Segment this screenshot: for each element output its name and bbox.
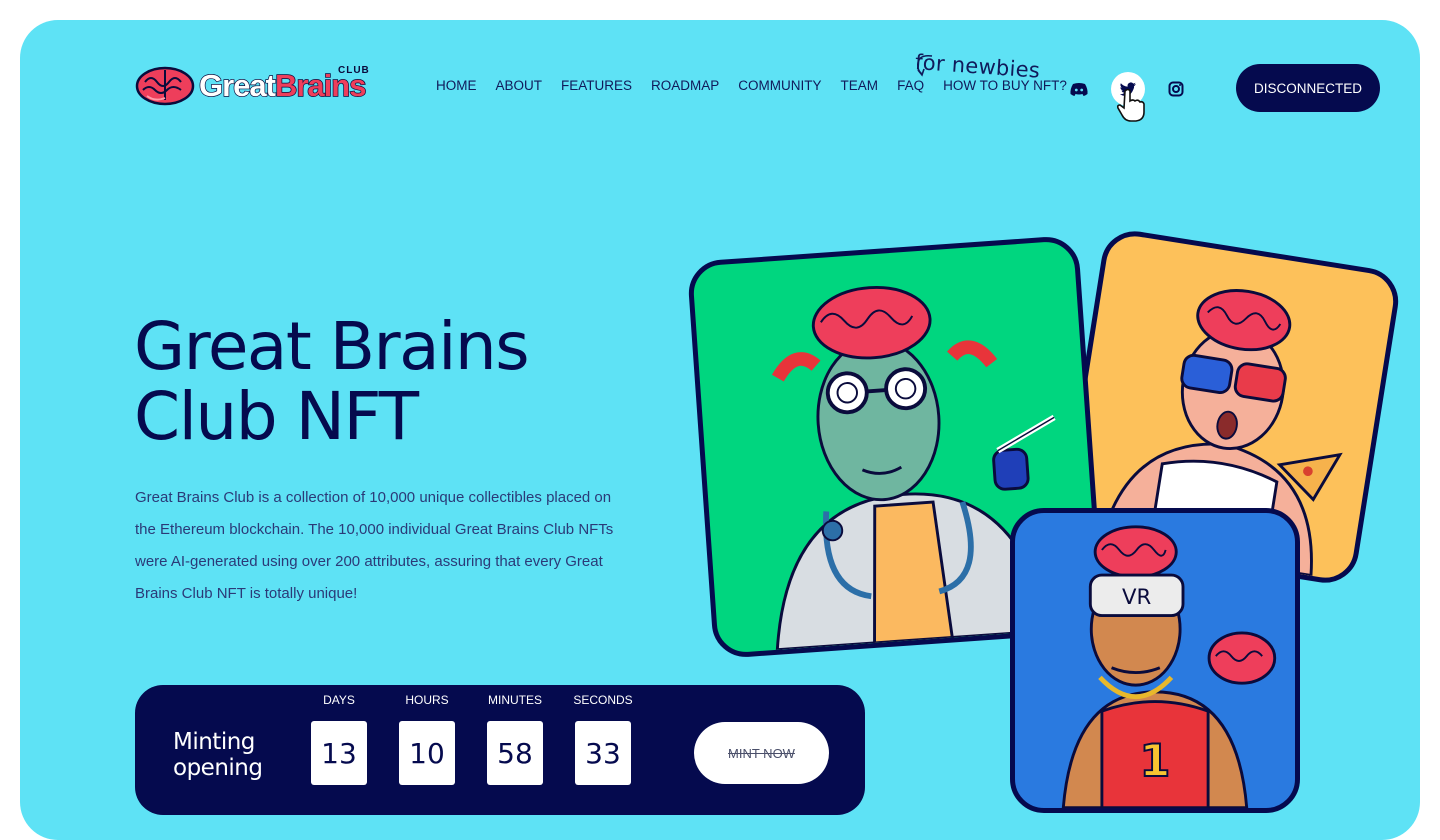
hero-title-line2: Club NFT xyxy=(134,378,419,455)
minting-label: Minting opening xyxy=(173,729,263,781)
countdown-hours: HOURS 10 xyxy=(399,693,455,785)
discord-icon xyxy=(1070,83,1088,96)
hero-title: Great Brains Club NFT xyxy=(134,312,694,452)
hero-description: Great Brains Club is a collection of 10,… xyxy=(135,489,614,602)
countdown-days: DAYS 13 xyxy=(311,693,367,785)
nav-about[interactable]: ABOUT xyxy=(496,78,543,93)
site-logo[interactable]: GreatBrains CLUB xyxy=(135,64,385,108)
vr-headset-text: VR xyxy=(1122,585,1152,610)
countdown-hours-label: HOURS xyxy=(405,693,449,707)
countdown-days-value: 13 xyxy=(311,721,367,785)
countdown-seconds-label: SECONDS xyxy=(573,693,633,707)
brain-logo-icon xyxy=(135,66,195,106)
hand-cursor-icon xyxy=(1116,88,1145,122)
countdown-seconds: SECONDS 33 xyxy=(573,693,633,785)
nav-community[interactable]: COMMUNITY xyxy=(738,78,821,93)
instagram-link[interactable] xyxy=(1159,72,1193,106)
instagram-icon xyxy=(1168,81,1184,97)
countdown-seconds-value: 33 xyxy=(575,721,631,785)
minting-label-line1: Minting xyxy=(173,729,255,755)
nav-home[interactable]: HOME xyxy=(436,78,477,93)
countdown-minutes-value: 58 xyxy=(487,721,543,785)
minting-countdown-panel: Minting opening DAYS 13 HOURS 10 MINUTES… xyxy=(135,685,865,815)
hero-title-line1: Great Brains xyxy=(134,308,530,385)
discord-link[interactable] xyxy=(1062,72,1096,106)
nav-faq[interactable]: FAQ xyxy=(897,78,924,93)
countdown-minutes: MINUTES 58 xyxy=(487,693,543,785)
jersey-number: 1 xyxy=(1140,736,1171,787)
countdown-days-label: DAYS xyxy=(323,693,355,707)
nav-roadmap[interactable]: ROADMAP xyxy=(651,78,719,93)
wallet-connect-button[interactable]: DISCONNECTED xyxy=(1236,64,1380,112)
nav-features[interactable]: FEATURES xyxy=(561,78,632,93)
minting-label-line2: opening xyxy=(173,755,263,781)
mint-now-button[interactable]: MINT NOW xyxy=(694,722,829,784)
nft-character-vr-player-image: 1 VR xyxy=(1061,525,1277,808)
countdown-hours-value: 10 xyxy=(399,721,455,785)
nav-team[interactable]: TEAM xyxy=(841,78,879,93)
countdown-minutes-label: MINUTES xyxy=(488,693,542,707)
logo-club-tag: CLUB xyxy=(338,65,370,76)
main-nav: HOME ABOUT FEATURES ROADMAP COMMUNITY TE… xyxy=(436,78,1067,93)
nft-card-vr-player: 1 VR xyxy=(1010,508,1300,813)
page-card: GreatBrains CLUB HOME ABOUT FEATURES ROA… xyxy=(20,20,1420,840)
